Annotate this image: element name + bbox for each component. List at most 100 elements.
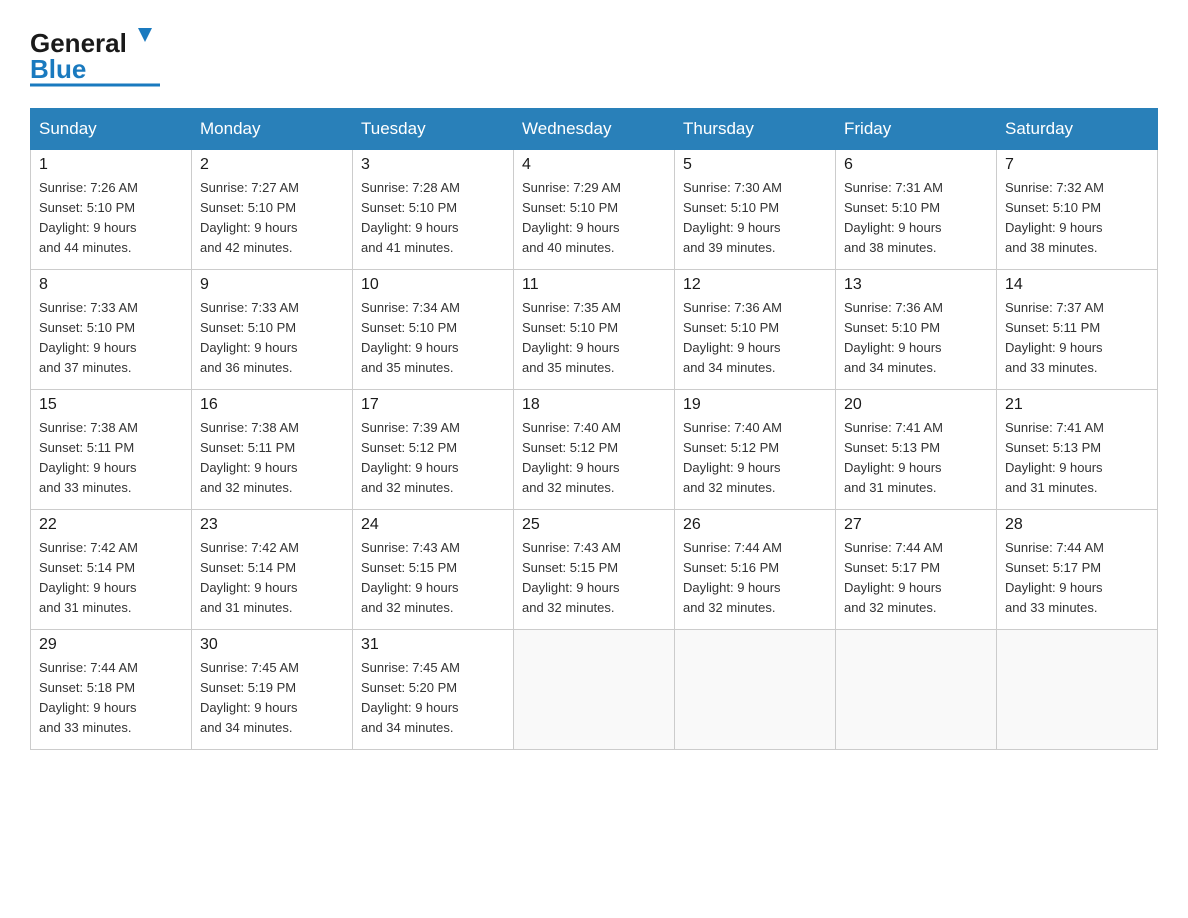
calendar-cell: 4 Sunrise: 7:29 AMSunset: 5:10 PMDayligh… xyxy=(514,150,675,270)
calendar-cell: 29 Sunrise: 7:44 AMSunset: 5:18 PMDaylig… xyxy=(31,630,192,750)
day-number: 18 xyxy=(522,396,666,414)
day-number: 19 xyxy=(683,396,827,414)
day-info: Sunrise: 7:44 AMSunset: 5:17 PMDaylight:… xyxy=(1005,538,1149,619)
calendar-cell: 12 Sunrise: 7:36 AMSunset: 5:10 PMDaylig… xyxy=(675,270,836,390)
day-info: Sunrise: 7:40 AMSunset: 5:12 PMDaylight:… xyxy=(522,418,666,499)
day-info: Sunrise: 7:34 AMSunset: 5:10 PMDaylight:… xyxy=(361,298,505,379)
weekday-header-wednesday: Wednesday xyxy=(514,109,675,150)
calendar-cell: 24 Sunrise: 7:43 AMSunset: 5:15 PMDaylig… xyxy=(353,510,514,630)
day-number: 25 xyxy=(522,516,666,534)
day-info: Sunrise: 7:42 AMSunset: 5:14 PMDaylight:… xyxy=(200,538,344,619)
calendar-header: SundayMondayTuesdayWednesdayThursdayFrid… xyxy=(31,109,1158,150)
weekday-header-tuesday: Tuesday xyxy=(353,109,514,150)
day-number: 28 xyxy=(1005,516,1149,534)
day-info: Sunrise: 7:29 AMSunset: 5:10 PMDaylight:… xyxy=(522,178,666,259)
calendar-cell: 6 Sunrise: 7:31 AMSunset: 5:10 PMDayligh… xyxy=(836,150,997,270)
day-info: Sunrise: 7:31 AMSunset: 5:10 PMDaylight:… xyxy=(844,178,988,259)
calendar-cell: 10 Sunrise: 7:34 AMSunset: 5:10 PMDaylig… xyxy=(353,270,514,390)
weekday-header-row: SundayMondayTuesdayWednesdayThursdayFrid… xyxy=(31,109,1158,150)
day-info: Sunrise: 7:42 AMSunset: 5:14 PMDaylight:… xyxy=(39,538,183,619)
page-header: General Blue xyxy=(30,20,1158,88)
day-info: Sunrise: 7:33 AMSunset: 5:10 PMDaylight:… xyxy=(200,298,344,379)
weekday-header-friday: Friday xyxy=(836,109,997,150)
calendar-cell: 2 Sunrise: 7:27 AMSunset: 5:10 PMDayligh… xyxy=(192,150,353,270)
calendar-cell: 22 Sunrise: 7:42 AMSunset: 5:14 PMDaylig… xyxy=(31,510,192,630)
calendar-cell: 13 Sunrise: 7:36 AMSunset: 5:10 PMDaylig… xyxy=(836,270,997,390)
calendar-cell: 21 Sunrise: 7:41 AMSunset: 5:13 PMDaylig… xyxy=(997,390,1158,510)
day-info: Sunrise: 7:44 AMSunset: 5:17 PMDaylight:… xyxy=(844,538,988,619)
week-row-5: 29 Sunrise: 7:44 AMSunset: 5:18 PMDaylig… xyxy=(31,630,1158,750)
weekday-header-sunday: Sunday xyxy=(31,109,192,150)
day-info: Sunrise: 7:45 AMSunset: 5:19 PMDaylight:… xyxy=(200,658,344,739)
day-info: Sunrise: 7:44 AMSunset: 5:16 PMDaylight:… xyxy=(683,538,827,619)
calendar-cell: 16 Sunrise: 7:38 AMSunset: 5:11 PMDaylig… xyxy=(192,390,353,510)
day-info: Sunrise: 7:26 AMSunset: 5:10 PMDaylight:… xyxy=(39,178,183,259)
day-number: 6 xyxy=(844,156,988,174)
logo: General Blue xyxy=(30,20,160,88)
calendar-cell: 7 Sunrise: 7:32 AMSunset: 5:10 PMDayligh… xyxy=(997,150,1158,270)
calendar-cell: 28 Sunrise: 7:44 AMSunset: 5:17 PMDaylig… xyxy=(997,510,1158,630)
day-number: 29 xyxy=(39,636,183,654)
calendar-table: SundayMondayTuesdayWednesdayThursdayFrid… xyxy=(30,108,1158,750)
day-number: 4 xyxy=(522,156,666,174)
day-info: Sunrise: 7:40 AMSunset: 5:12 PMDaylight:… xyxy=(683,418,827,499)
day-info: Sunrise: 7:36 AMSunset: 5:10 PMDaylight:… xyxy=(844,298,988,379)
day-info: Sunrise: 7:43 AMSunset: 5:15 PMDaylight:… xyxy=(522,538,666,619)
day-info: Sunrise: 7:43 AMSunset: 5:15 PMDaylight:… xyxy=(361,538,505,619)
calendar-cell: 15 Sunrise: 7:38 AMSunset: 5:11 PMDaylig… xyxy=(31,390,192,510)
day-number: 21 xyxy=(1005,396,1149,414)
day-number: 3 xyxy=(361,156,505,174)
day-info: Sunrise: 7:41 AMSunset: 5:13 PMDaylight:… xyxy=(1005,418,1149,499)
calendar-cell: 11 Sunrise: 7:35 AMSunset: 5:10 PMDaylig… xyxy=(514,270,675,390)
week-row-4: 22 Sunrise: 7:42 AMSunset: 5:14 PMDaylig… xyxy=(31,510,1158,630)
day-number: 20 xyxy=(844,396,988,414)
calendar-cell: 9 Sunrise: 7:33 AMSunset: 5:10 PMDayligh… xyxy=(192,270,353,390)
calendar-cell xyxy=(997,630,1158,750)
day-number: 31 xyxy=(361,636,505,654)
day-number: 2 xyxy=(200,156,344,174)
day-info: Sunrise: 7:35 AMSunset: 5:10 PMDaylight:… xyxy=(522,298,666,379)
calendar-cell: 5 Sunrise: 7:30 AMSunset: 5:10 PMDayligh… xyxy=(675,150,836,270)
week-row-3: 15 Sunrise: 7:38 AMSunset: 5:11 PMDaylig… xyxy=(31,390,1158,510)
calendar-cell: 26 Sunrise: 7:44 AMSunset: 5:16 PMDaylig… xyxy=(675,510,836,630)
day-number: 17 xyxy=(361,396,505,414)
day-number: 10 xyxy=(361,276,505,294)
calendar-cell: 18 Sunrise: 7:40 AMSunset: 5:12 PMDaylig… xyxy=(514,390,675,510)
calendar-cell xyxy=(836,630,997,750)
day-info: Sunrise: 7:39 AMSunset: 5:12 PMDaylight:… xyxy=(361,418,505,499)
week-row-1: 1 Sunrise: 7:26 AMSunset: 5:10 PMDayligh… xyxy=(31,150,1158,270)
calendar-cell: 20 Sunrise: 7:41 AMSunset: 5:13 PMDaylig… xyxy=(836,390,997,510)
calendar-cell: 31 Sunrise: 7:45 AMSunset: 5:20 PMDaylig… xyxy=(353,630,514,750)
day-number: 24 xyxy=(361,516,505,534)
calendar-cell: 1 Sunrise: 7:26 AMSunset: 5:10 PMDayligh… xyxy=(31,150,192,270)
calendar-cell: 19 Sunrise: 7:40 AMSunset: 5:12 PMDaylig… xyxy=(675,390,836,510)
day-number: 5 xyxy=(683,156,827,174)
day-number: 16 xyxy=(200,396,344,414)
day-number: 12 xyxy=(683,276,827,294)
calendar-cell: 14 Sunrise: 7:37 AMSunset: 5:11 PMDaylig… xyxy=(997,270,1158,390)
day-number: 14 xyxy=(1005,276,1149,294)
calendar-cell: 17 Sunrise: 7:39 AMSunset: 5:12 PMDaylig… xyxy=(353,390,514,510)
day-info: Sunrise: 7:37 AMSunset: 5:11 PMDaylight:… xyxy=(1005,298,1149,379)
calendar-cell xyxy=(675,630,836,750)
weekday-header-saturday: Saturday xyxy=(997,109,1158,150)
day-number: 7 xyxy=(1005,156,1149,174)
calendar-cell: 30 Sunrise: 7:45 AMSunset: 5:19 PMDaylig… xyxy=(192,630,353,750)
day-number: 11 xyxy=(522,276,666,294)
day-number: 26 xyxy=(683,516,827,534)
day-number: 13 xyxy=(844,276,988,294)
day-number: 27 xyxy=(844,516,988,534)
logo-svg: General Blue xyxy=(30,20,160,88)
calendar-cell: 25 Sunrise: 7:43 AMSunset: 5:15 PMDaylig… xyxy=(514,510,675,630)
day-info: Sunrise: 7:38 AMSunset: 5:11 PMDaylight:… xyxy=(200,418,344,499)
day-info: Sunrise: 7:33 AMSunset: 5:10 PMDaylight:… xyxy=(39,298,183,379)
day-number: 23 xyxy=(200,516,344,534)
calendar-cell: 23 Sunrise: 7:42 AMSunset: 5:14 PMDaylig… xyxy=(192,510,353,630)
day-info: Sunrise: 7:38 AMSunset: 5:11 PMDaylight:… xyxy=(39,418,183,499)
day-number: 9 xyxy=(200,276,344,294)
weekday-header-thursday: Thursday xyxy=(675,109,836,150)
day-info: Sunrise: 7:41 AMSunset: 5:13 PMDaylight:… xyxy=(844,418,988,499)
calendar-cell: 3 Sunrise: 7:28 AMSunset: 5:10 PMDayligh… xyxy=(353,150,514,270)
day-number: 22 xyxy=(39,516,183,534)
calendar-cell: 27 Sunrise: 7:44 AMSunset: 5:17 PMDaylig… xyxy=(836,510,997,630)
